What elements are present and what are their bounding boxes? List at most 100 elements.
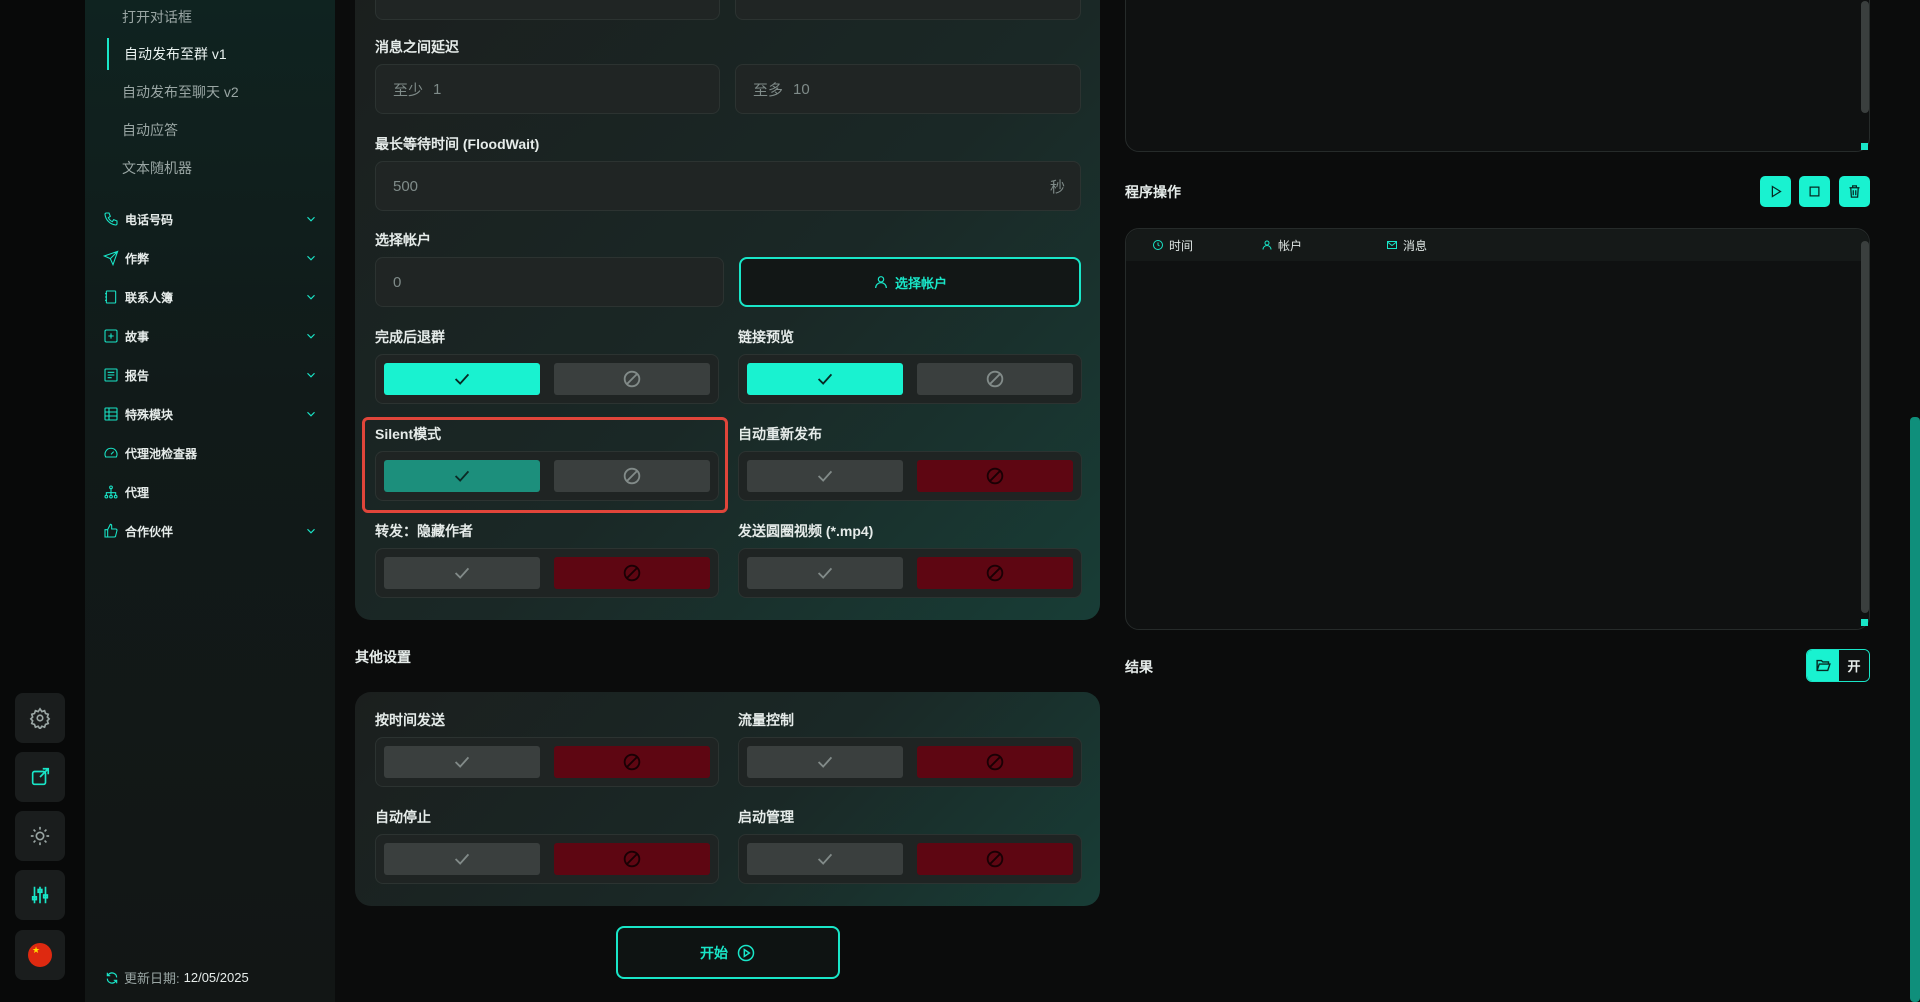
floodwait-value: 500 — [393, 177, 419, 195]
delay-min-input[interactable]: 至少 1 — [375, 64, 720, 114]
play-icon — [1771, 185, 1782, 198]
delete-button[interactable] — [1839, 176, 1870, 207]
gear-icon — [29, 707, 51, 729]
log-table-header: 时间 帐户 消息 — [1126, 229, 1869, 261]
sliders-icon — [31, 886, 49, 904]
schedule-no[interactable] — [554, 746, 710, 778]
modules-icon — [104, 407, 118, 421]
stop-icon — [1809, 186, 1820, 197]
round-video-yes[interactable] — [747, 557, 903, 589]
plus-square-icon — [104, 329, 118, 343]
start-button[interactable]: 开始 — [616, 926, 840, 979]
select-account-button[interactable]: 选择帐户 — [739, 257, 1081, 307]
external-link-button[interactable] — [15, 752, 65, 802]
nav-proxy-checker[interactable]: 代理池检查器 — [103, 439, 318, 467]
update-info: 更新日期: 12/05/2025 — [105, 968, 249, 987]
input-top-right[interactable] — [735, 0, 1081, 20]
link-preview-label: 链接预览 — [738, 329, 794, 345]
leave-group-no[interactable] — [554, 363, 710, 395]
nav-cheat[interactable]: 作弊 — [103, 244, 318, 272]
theme-button[interactable] — [15, 811, 65, 861]
nav-special-modules[interactable]: 特殊模块 — [103, 400, 318, 428]
traffic-yes[interactable] — [747, 746, 903, 778]
auto-repost-no[interactable] — [917, 460, 1073, 492]
sub-item-text-randomizer[interactable]: 文本随机器 — [107, 152, 307, 184]
floodwait-unit: 秒 — [1049, 178, 1065, 196]
ops-title: 程序操作 — [1125, 184, 1181, 200]
sub-item-autopost-chat-v2[interactable]: 自动发布至聊天 v2 — [107, 76, 307, 108]
sub-item-autoreply[interactable]: 自动应答 — [107, 114, 307, 146]
network-icon — [104, 485, 118, 499]
nav-label: 合作伙伴 — [125, 524, 174, 539]
forward-hide-yes[interactable] — [384, 557, 540, 589]
nav-reports[interactable]: 报告 — [103, 361, 318, 389]
check-icon — [817, 373, 833, 385]
log-scrollbar[interactable] — [1861, 241, 1869, 613]
forward-hide-no[interactable] — [554, 557, 710, 589]
delay-label: 消息之间延迟 — [375, 39, 459, 55]
auto-stop-no[interactable] — [554, 843, 710, 875]
stop-button[interactable] — [1799, 176, 1830, 207]
sun-icon — [30, 826, 50, 846]
link-preview-yes[interactable] — [747, 363, 903, 395]
ban-icon — [623, 370, 641, 388]
schedule-yes[interactable] — [384, 746, 540, 778]
sub-item-autopost-group-v1[interactable]: 自动发布至群 v1 — [107, 38, 307, 70]
check-icon — [817, 853, 833, 865]
results-controls: 开 — [1806, 649, 1870, 682]
chevron-down-icon — [307, 216, 315, 222]
message-text-area[interactable] — [1125, 0, 1870, 152]
link-preview-toggle — [738, 354, 1082, 404]
nav-label: 电话号码 — [125, 212, 174, 227]
chevron-down-icon — [307, 333, 315, 339]
col-time-label: 时间 — [1169, 238, 1194, 253]
nav-phone-numbers[interactable]: 电话号码 — [103, 205, 318, 233]
auto-repost-yes[interactable] — [747, 460, 903, 492]
resize-handle[interactable] — [1861, 143, 1868, 150]
delay-min-prefix: 至少 — [393, 81, 424, 99]
phone-icon — [104, 212, 118, 226]
traffic-no[interactable] — [917, 746, 1073, 778]
play-button[interactable] — [1760, 176, 1791, 207]
results-toggle-button[interactable]: 开 — [1839, 650, 1869, 681]
link-preview-no[interactable] — [917, 363, 1073, 395]
col-account: 帐户 — [1261, 229, 1302, 261]
delay-max-input[interactable]: 至多 10 — [735, 64, 1081, 114]
settings-button[interactable] — [15, 693, 65, 743]
page-scrollbar[interactable] — [1910, 417, 1920, 1002]
thumbs-up-icon — [104, 523, 118, 538]
account-label: 选择帐户 — [375, 232, 431, 248]
check-icon — [817, 567, 833, 579]
chevron-down-icon — [307, 372, 315, 378]
results-title: 结果 — [1125, 659, 1153, 675]
text-scrollbar[interactable] — [1861, 1, 1869, 113]
language-button[interactable] — [15, 930, 65, 980]
adjustments-button[interactable] — [15, 870, 65, 920]
leave-group-yes[interactable] — [384, 363, 540, 395]
account-count-value: 0 — [393, 273, 402, 291]
startup-yes[interactable] — [747, 843, 903, 875]
silent-mode-highlight — [362, 417, 728, 513]
nav-label: 作弊 — [125, 251, 150, 266]
startup-no[interactable] — [917, 843, 1073, 875]
nav-label: 故事 — [125, 329, 150, 344]
nav-label: 代理 — [125, 485, 150, 500]
log-table: 时间 帐户 消息 — [1125, 228, 1870, 630]
nav-proxy[interactable]: 代理 — [103, 478, 318, 506]
account-count-input[interactable]: 0 — [375, 257, 724, 307]
floodwait-input[interactable]: 500 秒 — [375, 161, 1081, 211]
log-resize-handle[interactable] — [1861, 619, 1868, 626]
schedule-toggle — [375, 737, 719, 787]
nav-stories[interactable]: 故事 — [103, 322, 318, 350]
auto-repost-toggle — [738, 451, 1082, 501]
auto-stop-yes[interactable] — [384, 843, 540, 875]
ban-icon — [986, 467, 1004, 485]
open-folder-button[interactable] — [1807, 650, 1839, 681]
nav-contacts[interactable]: 联系人簿 — [103, 283, 318, 311]
input-top-left[interactable] — [375, 0, 720, 20]
round-video-no[interactable] — [917, 557, 1073, 589]
chevron-down-icon — [307, 294, 315, 300]
play-circle-icon — [737, 944, 755, 961]
sub-item-open-dialog[interactable]: 打开对话框 — [107, 1, 307, 33]
nav-partners[interactable]: 合作伙伴 — [103, 517, 318, 545]
